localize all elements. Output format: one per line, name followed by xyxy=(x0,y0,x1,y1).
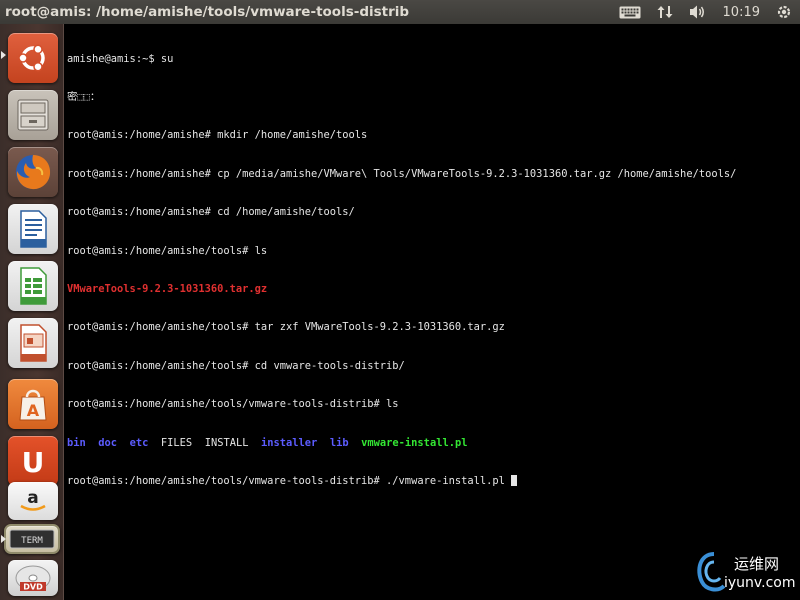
ls-exec-entry: vmware-install.pl xyxy=(361,436,468,449)
terminal-line: root@amis:/home/amishe# cp /media/amishe… xyxy=(67,167,737,180)
impress-button[interactable] xyxy=(8,318,58,368)
ls-dir-entry: bin xyxy=(67,436,86,449)
watermark: 运维网 iyunv.com xyxy=(694,550,798,596)
ls-archive-output: VMwareTools-9.2.3-1031360.tar.gz xyxy=(67,282,268,295)
svg-text:a: a xyxy=(27,488,38,508)
calc-button[interactable] xyxy=(8,261,58,311)
terminal-line: 密⬚⬚： xyxy=(67,90,101,103)
terminal-line: root@amis:/home/amishe# mkdir /home/amis… xyxy=(67,129,368,142)
dash-home-button[interactable] xyxy=(8,33,58,83)
terminal-line: amishe@amis:~$ su xyxy=(67,52,174,65)
ubuntu-one-button[interactable]: U xyxy=(8,436,58,486)
svg-text:A: A xyxy=(27,401,40,420)
keyboard-icon[interactable] xyxy=(619,6,641,19)
writer-button[interactable] xyxy=(8,204,58,254)
terminal-prompt-line[interactable]: root@amis:/home/amishe/tools/vmware-tool… xyxy=(67,474,800,488)
shopping-bag-icon: A xyxy=(19,389,47,421)
terminal-icon: TERM xyxy=(9,529,55,549)
window-title: root@amis: /home/amishe/tools/vmware-too… xyxy=(5,4,410,20)
ubuntu-logo-icon xyxy=(18,44,45,72)
prompt-command: root@amis:/home/amishe/tools/vmware-tool… xyxy=(67,474,512,487)
gear-power-icon[interactable] xyxy=(776,4,792,20)
active-indicator xyxy=(1,51,6,59)
ls-dir-entry: lib xyxy=(329,436,349,449)
running-indicator xyxy=(1,535,6,543)
terminal-window[interactable]: amishe@amis:~$ su 密⬚⬚： root@amis:/home/a… xyxy=(65,24,800,600)
watermark-cn: 运维网 xyxy=(734,555,780,573)
terminal-line: root@amis:/home/amishe/tools# cd vmware-… xyxy=(67,359,405,372)
file-cabinet-icon xyxy=(17,99,49,131)
terminal-button[interactable]: TERM xyxy=(4,524,60,554)
ls-dir-entry: doc xyxy=(98,436,118,449)
ls-dir-entry: etc xyxy=(129,436,149,449)
network-updown-icon[interactable] xyxy=(657,4,673,20)
terminal-line: root@amis:/home/amishe/tools# tar zxf VM… xyxy=(67,321,505,334)
amazon-icon: a xyxy=(20,488,46,511)
firefox-button[interactable] xyxy=(8,147,58,197)
software-center-button[interactable]: A xyxy=(8,379,58,429)
terminal-line: root@amis:/home/amishe/tools# ls xyxy=(67,244,268,257)
clock[interactable]: 10:19 xyxy=(723,5,760,20)
firefox-icon xyxy=(16,155,51,190)
svg-text:U: U xyxy=(22,446,45,479)
ls-file-entry: INSTALL xyxy=(204,436,249,449)
impress-presentation-icon xyxy=(20,324,47,362)
dvd-icon: DVD xyxy=(15,565,51,592)
ls-file-entry: FILES xyxy=(160,436,193,449)
files-button[interactable] xyxy=(8,90,58,140)
dvd-label: DVD xyxy=(23,583,43,592)
dvd-button[interactable]: DVD xyxy=(8,560,58,596)
text-cursor xyxy=(511,474,518,486)
writer-document-icon xyxy=(20,210,47,248)
terminal-label: TERM xyxy=(21,536,43,546)
volume-icon[interactable] xyxy=(689,4,707,20)
top-panel: root@amis: /home/amishe/tools/vmware-too… xyxy=(0,0,800,24)
launcher: A U a TERM DVD xyxy=(0,24,64,600)
terminal-line: root@amis:/home/amishe# cd /home/amishe/… xyxy=(67,206,355,219)
terminal-line: root@amis:/home/amishe/tools/vmware-tool… xyxy=(67,398,399,411)
system-tray: 10:19 xyxy=(611,0,800,24)
amazon-button[interactable]: a xyxy=(8,482,58,520)
ubuntu-one-icon: U xyxy=(22,446,45,479)
watermark-url: iyunv.com xyxy=(724,575,796,591)
ls-dir-entry: installer xyxy=(261,436,318,449)
ls-output-row: bin doc etc FILES INSTALL installer lib … xyxy=(67,437,800,450)
calc-spreadsheet-icon xyxy=(20,267,47,305)
